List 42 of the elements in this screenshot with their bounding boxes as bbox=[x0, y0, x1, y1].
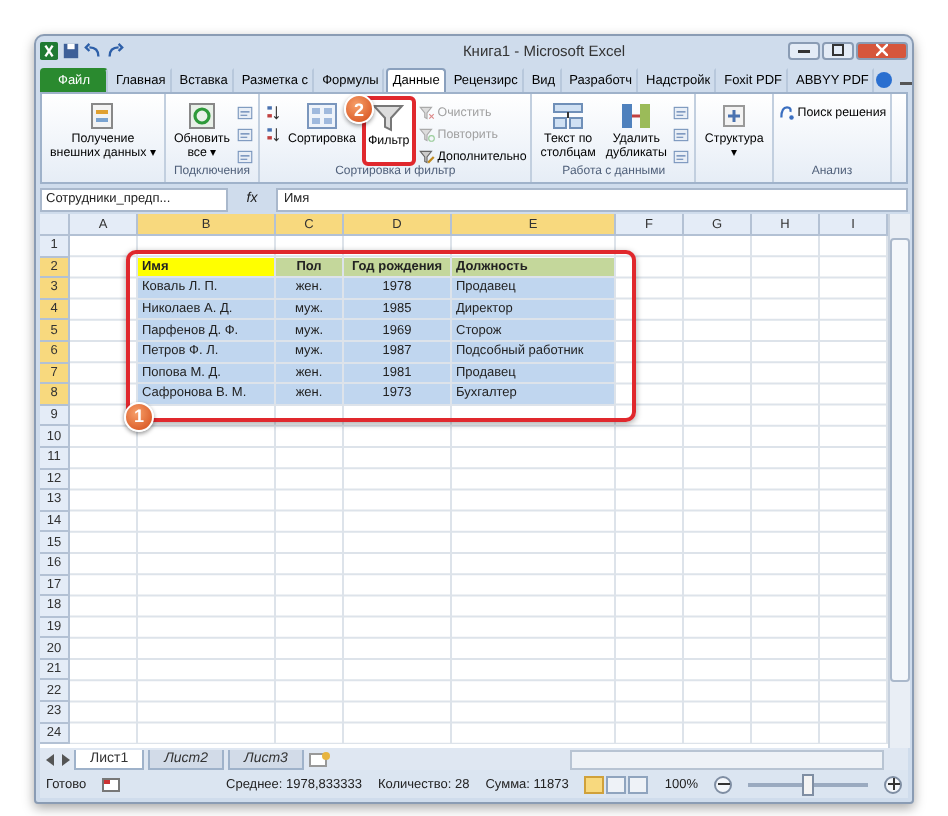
plus-icon bbox=[718, 100, 751, 132]
next-sheet-icon[interactable] bbox=[60, 753, 70, 765]
scrollbar[interactable] bbox=[888, 214, 910, 748]
zoom-in-button[interactable] bbox=[884, 775, 902, 793]
database-icon bbox=[86, 100, 119, 132]
previous-sheet-icon[interactable] bbox=[46, 753, 56, 765]
clear-filter-icon bbox=[417, 103, 436, 121]
callout-badge: 2 bbox=[343, 94, 374, 124]
excel-icon[interactable] bbox=[40, 41, 58, 59]
minimize-icon bbox=[798, 46, 810, 54]
table-icon bbox=[672, 147, 691, 165]
plus-icon bbox=[887, 778, 899, 790]
macro-icon[interactable] bbox=[102, 777, 121, 791]
scroll-thumb[interactable] bbox=[890, 238, 910, 682]
minus-icon bbox=[717, 778, 729, 790]
minimize-button[interactable] bbox=[788, 41, 820, 59]
table-icon bbox=[672, 125, 691, 143]
zoom-out-button[interactable] bbox=[714, 775, 732, 793]
slider-thumb[interactable] bbox=[802, 773, 814, 795]
redo-icon[interactable] bbox=[106, 41, 124, 59]
maximize-icon bbox=[832, 44, 844, 56]
table-icon bbox=[235, 125, 254, 143]
undo-icon[interactable] bbox=[84, 41, 102, 59]
sort-grid-icon bbox=[305, 100, 338, 132]
close-button[interactable] bbox=[856, 41, 908, 59]
filter-icon bbox=[417, 147, 436, 165]
maximize-button[interactable] bbox=[822, 41, 854, 59]
filter-icon bbox=[417, 125, 436, 143]
new-sheet-icon[interactable] bbox=[307, 751, 332, 767]
sort-icon bbox=[263, 125, 282, 143]
save-icon[interactable] bbox=[62, 41, 80, 59]
help-icon[interactable] bbox=[876, 72, 893, 88]
scrollbar[interactable] bbox=[570, 749, 884, 769]
split-columns-icon bbox=[552, 100, 585, 132]
refresh-icon bbox=[185, 100, 218, 132]
columns-icon bbox=[620, 100, 653, 132]
table-icon bbox=[235, 147, 254, 165]
close-icon bbox=[876, 44, 888, 56]
sort-icon bbox=[263, 103, 282, 121]
table-icon bbox=[235, 103, 254, 121]
table-icon bbox=[672, 103, 691, 121]
filter-icon bbox=[372, 102, 405, 134]
